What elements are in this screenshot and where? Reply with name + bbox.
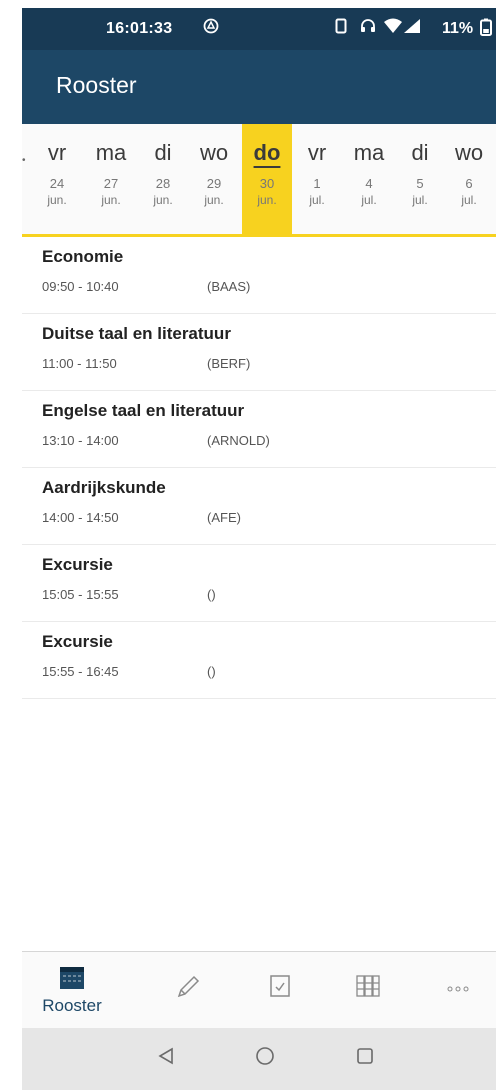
lesson-teacher: (ARNOLD) <box>207 433 270 448</box>
day-weekday: ma <box>95 140 127 165</box>
day-weekday: do <box>253 140 281 165</box>
day-vr-24[interactable]: vr 24 jun. <box>32 124 82 234</box>
battery-percent: 11% <box>442 20 474 37</box>
lesson-subject: Duitse taal en literatuur <box>42 324 231 343</box>
wifi-icon <box>383 18 403 38</box>
day-number: 30 <box>259 176 275 191</box>
page-title: Rooster <box>56 72 137 98</box>
day-month: jul. <box>361 193 377 207</box>
lesson-subject: Economie <box>42 247 124 266</box>
day-weekday: di <box>411 140 429 165</box>
lesson-time: 11:00 - 11:50 <box>42 356 117 371</box>
lesson-item[interactable]: Engelse taal en literatuur 13:10 - 14:00… <box>22 391 496 468</box>
day-weekday: wo <box>199 140 229 165</box>
day-do-30-selected[interactable]: do 30 jun. <box>242 124 292 234</box>
day-month: jun. <box>47 193 67 207</box>
more-icon <box>418 974 496 1000</box>
day-number: 6 <box>465 176 473 191</box>
lesson-time: 09:50 - 10:40 <box>42 279 119 294</box>
lesson-teacher: () <box>207 664 216 679</box>
day-weekday: vr <box>307 140 327 165</box>
lesson-time: 13:10 - 14:00 <box>42 433 119 448</box>
lesson-teacher: (BAAS) <box>207 279 251 294</box>
status-time: 16:01:33 <box>106 20 173 37</box>
day-ma-27[interactable]: ma 27 jun. <box>86 124 136 234</box>
scroll-indicator: • <box>22 155 26 166</box>
day-weekday: vr <box>47 140 67 165</box>
day-number: 5 <box>416 176 424 191</box>
day-ma-4[interactable]: ma 4 jul. <box>344 124 394 234</box>
day-month: jun. <box>101 193 121 207</box>
app-bar: Rooster <box>22 50 496 124</box>
headset-icon <box>360 18 376 38</box>
day-month: jun. <box>153 193 173 207</box>
battery-icon <box>480 18 492 40</box>
lesson-time: 15:05 - 15:55 <box>42 587 119 602</box>
nav-rooster-label: Rooster <box>42 996 102 1015</box>
day-weekday: di <box>154 140 172 165</box>
lesson-item[interactable]: Excursie 15:05 - 15:55 () <box>22 545 496 622</box>
lesson-time: 14:00 - 14:50 <box>42 510 119 525</box>
nav-overzicht[interactable] <box>328 952 408 1029</box>
day-wo-6[interactable]: wo 6 jul. <box>444 124 494 234</box>
pencil-icon <box>148 974 228 1006</box>
nav-rooster[interactable]: Rooster <box>32 952 112 1029</box>
phone-screen: 16:01:33 11% Rooster • vr 24 jun. ma 27 … <box>22 8 496 1090</box>
day-number: 1 <box>313 176 321 191</box>
nav-huiswerk[interactable] <box>148 952 228 1029</box>
lesson-subject: Aardrijkskunde <box>42 478 166 497</box>
lesson-item[interactable]: Excursie 15:55 - 16:45 () <box>22 622 496 699</box>
system-navigation <box>22 1028 496 1090</box>
lesson-item[interactable]: Duitse taal en literatuur 11:00 - 11:50 … <box>22 314 496 391</box>
lesson-teacher: () <box>207 587 216 602</box>
day-number: 24 <box>49 176 65 191</box>
day-di-5[interactable]: di 5 jul. <box>395 124 445 234</box>
home-icon[interactable] <box>255 1046 275 1072</box>
lesson-subject: Excursie <box>42 555 113 574</box>
day-wo-29[interactable]: wo 29 jun. <box>189 124 239 234</box>
lesson-item[interactable]: Aardrijkskunde 14:00 - 14:50 (AFE) <box>22 468 496 545</box>
nav-more[interactable] <box>418 952 496 1029</box>
back-icon[interactable] <box>156 1046 176 1072</box>
lesson-list: Economie 09:50 - 10:40 (BAAS) Duitse taa… <box>22 237 496 699</box>
day-di-28[interactable]: di 28 jun. <box>138 124 188 234</box>
nav-taken[interactable] <box>240 952 320 1029</box>
day-weekday: ma <box>353 140 385 165</box>
calendar-icon <box>32 966 112 996</box>
day-month: jul. <box>412 193 428 207</box>
grid-icon <box>328 974 408 1004</box>
day-number: 27 <box>103 176 119 191</box>
day-number: 29 <box>206 176 222 191</box>
lesson-item[interactable]: Economie 09:50 - 10:40 (BAAS) <box>22 237 496 314</box>
left-margin <box>0 0 22 1090</box>
bottom-navigation: Rooster <box>22 951 496 1029</box>
day-vr-1[interactable]: vr 1 jul. <box>292 124 342 234</box>
status-bar: 16:01:33 11% <box>22 8 496 50</box>
day-month: jun. <box>257 193 277 207</box>
day-number: 28 <box>155 176 171 191</box>
date-strip[interactable]: • vr 24 jun. ma 27 jun. di 28 jun. wo 29… <box>22 124 496 237</box>
drive-icon <box>203 18 219 38</box>
lesson-teacher: (BERF) <box>207 356 251 371</box>
day-number: 4 <box>365 176 373 191</box>
day-weekday: wo <box>454 140 484 165</box>
lesson-subject: Excursie <box>42 632 113 651</box>
phone-icon <box>335 18 347 38</box>
signal-icon <box>403 18 421 38</box>
checkbox-icon <box>240 974 320 1004</box>
day-month: jul. <box>309 193 325 207</box>
recents-icon[interactable] <box>355 1046 375 1072</box>
lesson-time: 15:55 - 16:45 <box>42 664 119 679</box>
day-month: jul. <box>461 193 477 207</box>
lesson-teacher: (AFE) <box>207 510 241 525</box>
day-month: jun. <box>204 193 224 207</box>
lesson-subject: Engelse taal en literatuur <box>42 401 245 420</box>
